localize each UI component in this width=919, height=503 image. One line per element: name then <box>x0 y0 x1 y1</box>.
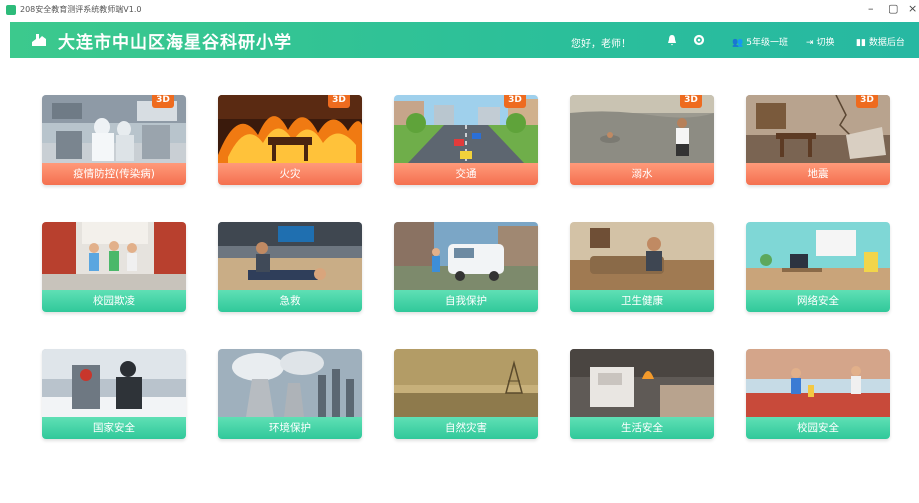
class-selector[interactable]: 👥 5年级一班 <box>732 35 788 48</box>
card-label: 校园安全 <box>746 417 890 439</box>
hygiene-health-scene-image <box>570 222 714 290</box>
3d-badge: 3D <box>152 95 174 108</box>
window-title: 208安全教育测评系统教师端V1.0 <box>20 5 142 14</box>
self-protection-scene-image <box>394 222 538 290</box>
card-label: 火灾 <box>218 163 362 185</box>
card-label: 国家安全 <box>42 417 186 439</box>
window-titlebar: 208安全教育测评系统教师端V1.0 – ▢ × <box>0 0 919 22</box>
card-label: 急救 <box>218 290 362 312</box>
card-earthquake[interactable]: 3D 地震 <box>746 95 890 185</box>
card-traffic[interactable]: 3D 交通 <box>394 95 538 185</box>
card-label: 卫生健康 <box>570 290 714 312</box>
card-label: 环境保护 <box>218 417 362 439</box>
switch-button[interactable]: ⇥ 切换 <box>806 35 835 48</box>
data-backend-label: 数据后台 <box>868 38 905 48</box>
school-bullying-scene-image <box>42 222 186 290</box>
card-label: 溺水 <box>570 163 714 185</box>
card-label: 网络安全 <box>746 290 890 312</box>
card-national-security[interactable]: 国家安全 <box>42 349 186 439</box>
national-security-scene-image <box>42 349 186 417</box>
app-header: 大连市中山区海星谷科研小学 您好，老师！ 👥 5年级一班 ⇥ 切换 ▮▮ 数据后台 <box>10 22 919 58</box>
environmental-protection-scene-image <box>218 349 362 417</box>
3d-badge: 3D <box>680 95 702 108</box>
data-backend-button[interactable]: ▮▮ 数据后台 <box>856 35 905 48</box>
campus-safety-scene-image <box>746 349 890 417</box>
card-daily-life-safety[interactable]: 生活安全 <box>570 349 714 439</box>
card-environmental-protection[interactable]: 环境保护 <box>218 349 362 439</box>
natural-disasters-scene-image <box>394 349 538 417</box>
card-label: 校园欺凌 <box>42 290 186 312</box>
card-label: 交通 <box>394 163 538 185</box>
maximize-button[interactable]: ▢ <box>888 2 898 15</box>
notification-icon[interactable] <box>666 34 678 46</box>
switch-label: 切换 <box>816 38 835 48</box>
class-label: 5年级一班 <box>746 38 788 48</box>
card-label: 自我保护 <box>394 290 538 312</box>
3d-badge: 3D <box>504 95 526 108</box>
switch-icon: ⇥ <box>806 38 814 48</box>
first-aid-scene-image <box>218 222 362 290</box>
card-hygiene-health[interactable]: 卫生健康 <box>570 222 714 312</box>
card-first-aid[interactable]: 急救 <box>218 222 362 312</box>
daily-life-safety-scene-image <box>570 349 714 417</box>
card-self-protection[interactable]: 自我保护 <box>394 222 538 312</box>
greeting-text: 您好，老师！ <box>571 39 631 50</box>
users-icon: 👥 <box>732 38 744 48</box>
minimize-button[interactable]: – <box>868 2 874 15</box>
card-cyber-security[interactable]: 网络安全 <box>746 222 890 312</box>
app-icon <box>6 5 16 15</box>
school-logo-icon <box>32 34 46 46</box>
bar-chart-icon: ▮▮ <box>856 38 866 48</box>
cyber-security-scene-image <box>746 222 890 290</box>
settings-gear-icon[interactable] <box>693 34 705 46</box>
card-natural-disasters[interactable]: 自然灾害 <box>394 349 538 439</box>
card-fire[interactable]: 3D 火灾 <box>218 95 362 185</box>
close-button[interactable]: × <box>908 2 917 15</box>
3d-badge: 3D <box>856 95 878 108</box>
school-name: 大连市中山区海星谷科研小学 <box>58 33 292 53</box>
card-drowning[interactable]: 3D 溺水 <box>570 95 714 185</box>
card-label: 疫情防控(传染病) <box>42 163 186 185</box>
card-label: 自然灾害 <box>394 417 538 439</box>
card-school-bullying[interactable]: 校园欺凌 <box>42 222 186 312</box>
card-epidemic[interactable]: 3D 疫情防控(传染病) <box>42 95 186 185</box>
3d-badge: 3D <box>328 95 350 108</box>
card-label: 生活安全 <box>570 417 714 439</box>
card-campus-safety[interactable]: 校园安全 <box>746 349 890 439</box>
card-label: 地震 <box>746 163 890 185</box>
